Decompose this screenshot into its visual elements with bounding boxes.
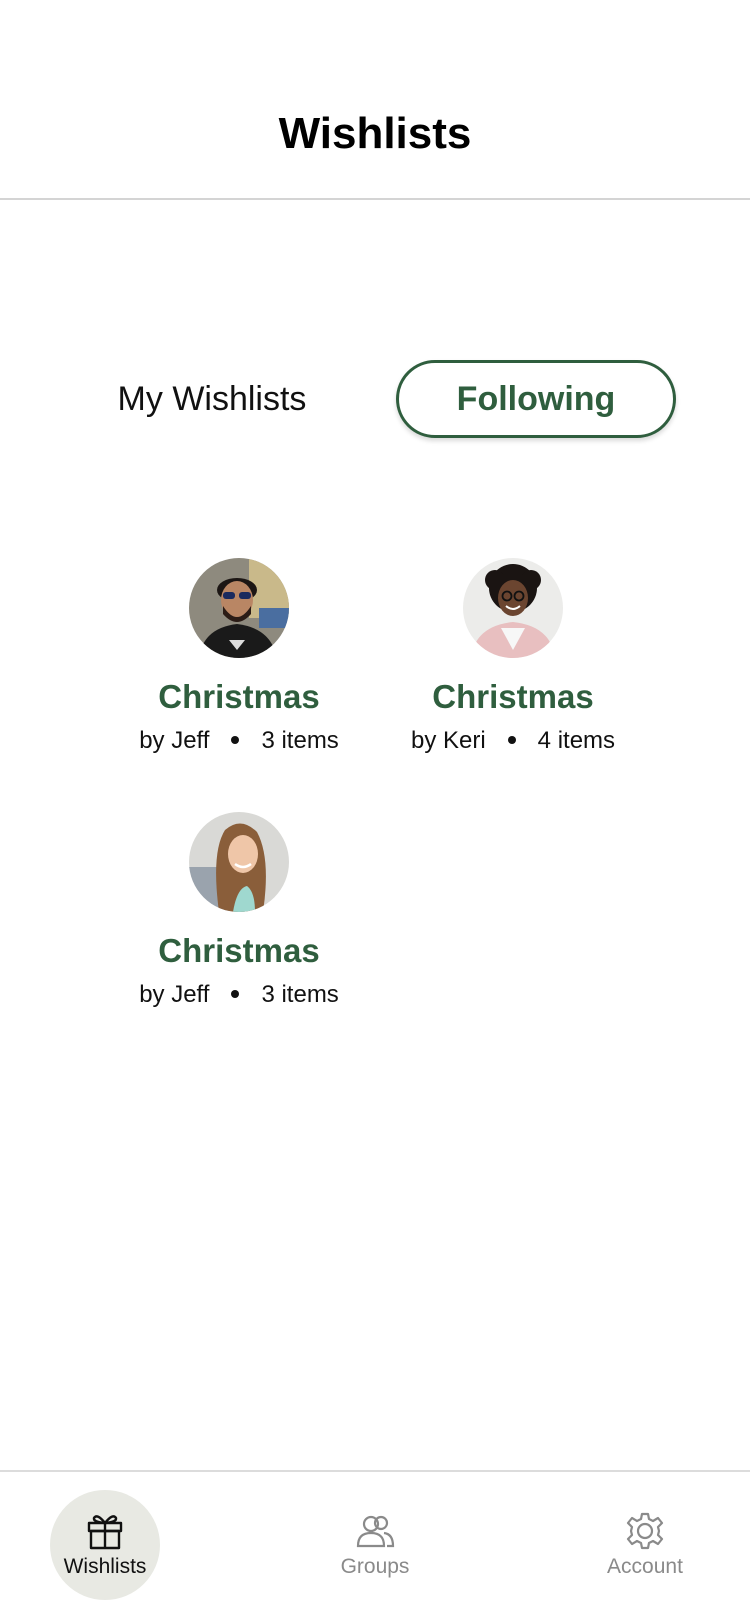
wishlist-tabs: My Wishlists Following — [0, 360, 750, 440]
wishlist-meta: by Jeff 3 items — [109, 981, 369, 1009]
nav-label-wishlists: Wishlists — [63, 1555, 147, 1578]
wishlist-meta: by Jeff 3 items — [109, 727, 369, 755]
nav-item-groups[interactable]: Groups — [320, 1490, 430, 1600]
woman-with-glasses-avatar — [463, 558, 563, 658]
nav-label-account: Account — [607, 1555, 683, 1578]
wishlist-title: Christmas — [158, 932, 320, 969]
avatar — [189, 812, 289, 912]
wishlist-owner: by Jeff — [139, 981, 210, 1008]
gift-icon — [87, 1515, 123, 1550]
people-icon — [356, 1515, 395, 1548]
wishlist-count: 4 items — [537, 727, 616, 754]
wishlist-card[interactable]: Christmas by Keri 4 items — [383, 558, 643, 755]
wishlist-count: 3 items — [261, 981, 339, 1008]
tab-following[interactable]: Following — [396, 360, 676, 438]
nav-item-wishlists[interactable]: Wishlists — [50, 1490, 160, 1600]
wishlist-count: 3 items — [261, 727, 339, 754]
gear-icon — [626, 1512, 664, 1550]
separator-dot — [231, 989, 240, 998]
wishlist-meta: by Keri 4 items — [383, 727, 643, 755]
wishlist-owner: by Keri — [410, 727, 486, 754]
wishlist-title: Christmas — [158, 678, 320, 715]
nav-label-groups: Groups — [340, 1555, 410, 1578]
header-bar: Wishlists — [0, 0, 750, 200]
avatar — [463, 558, 563, 658]
wishlist-card[interactable]: Christmas by Jeff 3 items — [109, 812, 369, 1009]
wishlist-title: Christmas — [432, 678, 594, 715]
wishlist-owner: by Jeff — [139, 727, 210, 754]
man-with-sunglasses-avatar — [189, 558, 289, 658]
tab-my-wishlists[interactable]: My Wishlists — [92, 360, 332, 438]
separator-dot — [507, 735, 516, 744]
nav-item-account[interactable]: Account — [590, 1490, 700, 1600]
avatar — [189, 558, 289, 658]
separator-dot — [231, 735, 240, 744]
bottom-navigation: Wishlists Groups Account — [0, 1470, 750, 1624]
page-title: Wishlists — [278, 109, 472, 158]
woman-long-hair-avatar — [189, 812, 289, 912]
wishlist-card[interactable]: Christmas by Jeff 3 items — [109, 558, 369, 755]
